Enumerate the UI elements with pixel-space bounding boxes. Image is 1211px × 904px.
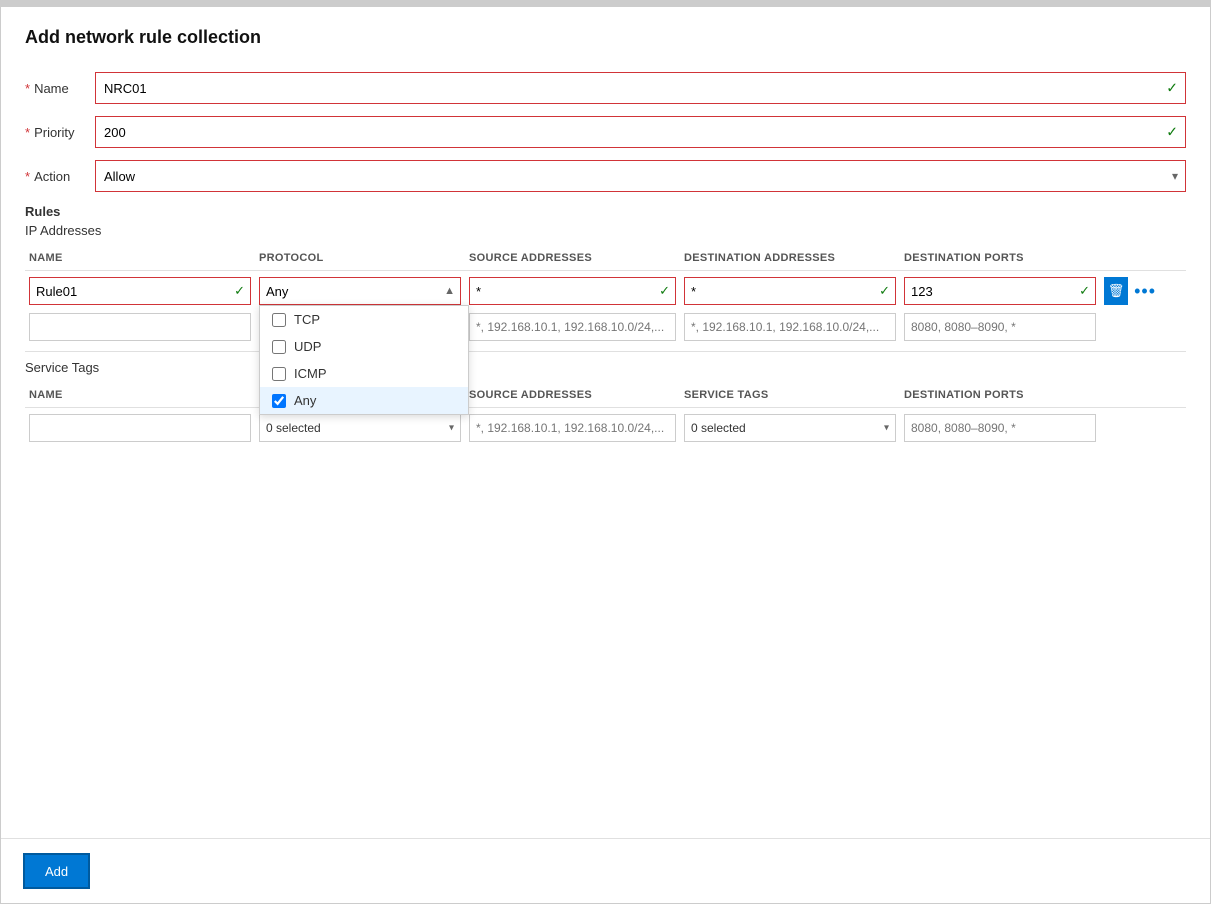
st-source-cell bbox=[465, 412, 680, 444]
ip-placeholder-ports-cell bbox=[900, 311, 1100, 343]
rules-section: Rules IP Addresses NAME PROTOCOL SOURCE … bbox=[25, 204, 1186, 444]
ip-header-protocol: PROTOCOL bbox=[255, 250, 465, 266]
st-protocol-value: 0 selected bbox=[266, 421, 321, 435]
icmp-checkbox[interactable] bbox=[272, 367, 286, 381]
row-actions: 🗑 ••• bbox=[1104, 277, 1156, 305]
ip-source-cell: ✓ bbox=[465, 275, 680, 307]
st-source-input[interactable] bbox=[469, 414, 676, 442]
priority-check-icon: ✓ bbox=[1166, 124, 1178, 141]
name-field-wrapper: ✓ bbox=[95, 72, 1186, 104]
action-label: * Action bbox=[25, 169, 95, 184]
ip-header-actions bbox=[1100, 250, 1160, 266]
st-protocol-select[interactable]: 0 selected ▾ bbox=[259, 414, 461, 442]
ip-protocol-cell: ▲ TCP UDP bbox=[255, 275, 465, 307]
ip-placeholder-actions-cell bbox=[1100, 325, 1160, 329]
ip-header-source: SOURCE ADDRESSES bbox=[465, 250, 680, 266]
ip-name-input-wrapper: ✓ bbox=[29, 277, 251, 305]
ip-source-check-icon: ✓ bbox=[659, 283, 670, 299]
st-header-ports: DESTINATION PORTS bbox=[900, 387, 1100, 403]
service-tags-section-title: Service Tags bbox=[25, 360, 1186, 375]
section-divider bbox=[25, 351, 1186, 352]
ip-placeholder-row bbox=[25, 311, 1186, 343]
ip-source-input-wrapper: ✓ bbox=[469, 277, 676, 305]
ip-placeholder-ports-input[interactable] bbox=[904, 313, 1096, 341]
service-tags-header: NAME PROTOCOL SOURCE ADDRESSES SERVICE T… bbox=[25, 383, 1186, 408]
name-input[interactable] bbox=[95, 72, 1186, 104]
ip-table-row: ✓ ▲ TCP bbox=[25, 275, 1186, 307]
ip-ports-check-icon: ✓ bbox=[1079, 283, 1090, 299]
st-tags-dropdown: 0 selected ▾ bbox=[684, 414, 896, 442]
name-label: * Name bbox=[25, 81, 95, 96]
protocol-option-udp[interactable]: UDP bbox=[260, 333, 468, 360]
priority-field-wrapper: ✓ bbox=[95, 116, 1186, 148]
st-name-cell bbox=[25, 412, 255, 444]
name-required-star: * bbox=[25, 81, 30, 96]
ip-name-check-icon: ✓ bbox=[234, 283, 245, 299]
st-tags-select[interactable]: 0 selected ▾ bbox=[684, 414, 896, 442]
ip-name-input[interactable] bbox=[29, 277, 251, 305]
action-row: * Action Allow Deny ▾ bbox=[25, 160, 1186, 192]
ip-source-input[interactable] bbox=[469, 277, 676, 305]
ip-placeholder-dest-cell bbox=[680, 311, 900, 343]
more-options-button[interactable]: ••• bbox=[1134, 281, 1156, 302]
any-checkbox[interactable] bbox=[272, 394, 286, 408]
priority-input[interactable] bbox=[95, 116, 1186, 148]
ip-dest-check-icon: ✓ bbox=[879, 283, 890, 299]
st-name-input[interactable] bbox=[29, 414, 251, 442]
st-header-tags: SERVICE TAGS bbox=[680, 387, 900, 403]
protocol-input[interactable] bbox=[259, 277, 461, 305]
ip-dest-input-wrapper: ✓ bbox=[684, 277, 896, 305]
priority-row: * Priority ✓ bbox=[25, 116, 1186, 148]
st-tags-chevron-icon: ▾ bbox=[884, 423, 889, 434]
ip-placeholder-name-cell bbox=[25, 311, 255, 343]
ip-header-name: NAME bbox=[25, 250, 255, 266]
ip-header-ports: DESTINATION PORTS bbox=[900, 250, 1100, 266]
ip-dest-input[interactable] bbox=[684, 277, 896, 305]
delete-row-button[interactable]: 🗑 bbox=[1104, 277, 1128, 305]
name-row: * Name ✓ bbox=[25, 72, 1186, 104]
ip-ports-cell: ✓ bbox=[900, 275, 1100, 307]
name-check-icon: ✓ bbox=[1166, 80, 1178, 97]
st-protocol-chevron-icon: ▾ bbox=[449, 423, 454, 434]
protocol-option-any[interactable]: Any bbox=[260, 387, 468, 414]
st-ports-cell bbox=[900, 412, 1100, 444]
ip-ports-input-wrapper: ✓ bbox=[904, 277, 1096, 305]
add-button[interactable]: Add bbox=[25, 855, 88, 887]
page-title: Add network rule collection bbox=[25, 27, 1186, 48]
ip-dest-cell: ✓ bbox=[680, 275, 900, 307]
protocol-dropdown-container: ▲ TCP UDP bbox=[259, 277, 461, 305]
action-select[interactable]: Allow Deny bbox=[95, 160, 1186, 192]
action-field-wrapper: Allow Deny ▾ bbox=[95, 160, 1186, 192]
ip-actions-cell: 🗑 ••• bbox=[1100, 275, 1160, 307]
priority-label: * Priority bbox=[25, 125, 95, 140]
ip-header-destination: DESTINATION ADDRESSES bbox=[680, 250, 900, 266]
udp-checkbox[interactable] bbox=[272, 340, 286, 354]
st-tags-value: 0 selected bbox=[691, 421, 746, 435]
ip-placeholder-source-input[interactable] bbox=[469, 313, 676, 341]
ip-placeholder-name-input[interactable] bbox=[29, 313, 251, 341]
rules-section-title: Rules bbox=[25, 204, 1186, 219]
footer: Add bbox=[1, 838, 1210, 903]
st-ports-input[interactable] bbox=[904, 414, 1096, 442]
ip-name-cell: ✓ bbox=[25, 275, 255, 307]
st-protocol-dropdown: 0 selected ▾ bbox=[259, 414, 461, 442]
ip-ports-input[interactable] bbox=[904, 277, 1096, 305]
protocol-option-tcp[interactable]: TCP bbox=[260, 306, 468, 333]
ip-table-header: NAME PROTOCOL SOURCE ADDRESSES DESTINATI… bbox=[25, 246, 1186, 271]
st-header-name: NAME bbox=[25, 387, 255, 403]
ip-addresses-section-title: IP Addresses bbox=[25, 223, 1186, 238]
st-header-source: SOURCE ADDRESSES bbox=[465, 387, 680, 403]
ip-placeholder-dest-input[interactable] bbox=[684, 313, 896, 341]
tcp-checkbox[interactable] bbox=[272, 313, 286, 327]
protocol-option-icmp[interactable]: ICMP bbox=[260, 360, 468, 387]
service-tags-placeholder-row: 0 selected ▾ 0 selected ▾ bbox=[25, 412, 1186, 444]
st-tags-cell: 0 selected ▾ bbox=[680, 412, 900, 444]
action-required-star: * bbox=[25, 169, 30, 184]
delete-icon: 🗑 bbox=[1108, 283, 1125, 299]
protocol-dropdown-menu: TCP UDP ICMP bbox=[259, 305, 469, 415]
priority-required-star: * bbox=[25, 125, 30, 140]
ip-placeholder-source-cell bbox=[465, 311, 680, 343]
st-protocol-cell: 0 selected ▾ bbox=[255, 412, 465, 444]
